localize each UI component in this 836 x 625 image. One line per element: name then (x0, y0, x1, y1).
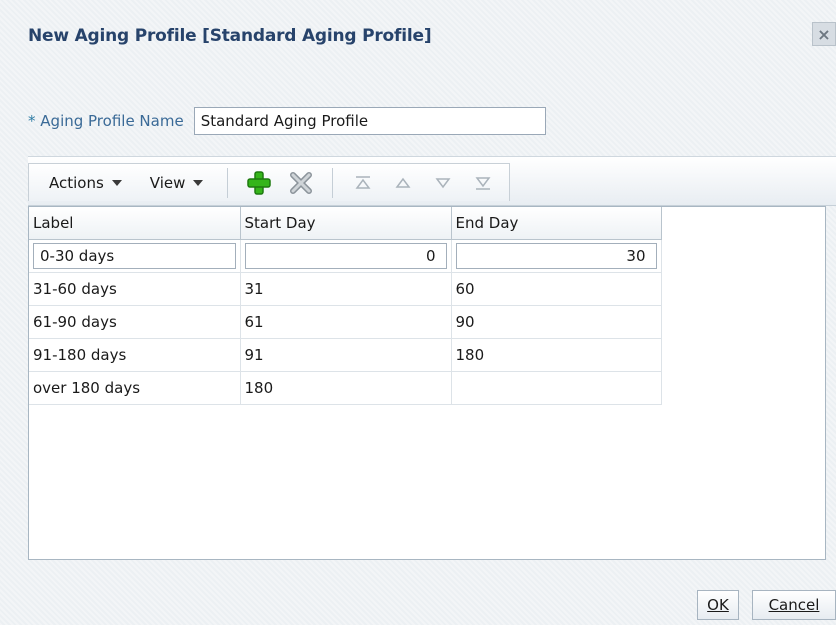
move-bottom-button[interactable] (469, 169, 497, 197)
aging-profile-dialog: New Aging Profile [Standard Aging Profil… (0, 0, 836, 625)
move-down-button[interactable] (429, 169, 457, 197)
add-icon (247, 170, 272, 195)
table-toolbar-shell: Actions View (28, 156, 836, 206)
ok-button[interactable]: OK (697, 590, 739, 620)
label-cell: over 180 days (29, 371, 241, 405)
label-cell: 31-60 days (29, 272, 241, 306)
column-header-start-day[interactable]: Start Day (240, 207, 452, 240)
label-cell (29, 239, 241, 273)
end-day-cell (451, 239, 662, 273)
move-top-button[interactable] (349, 169, 377, 197)
end-day-cell: 60 (451, 272, 662, 306)
aging-buckets-table: Label Start Day End Day 0-30 days 0 30 3… (29, 207, 662, 405)
dialog-button-bar: OK Cancel (0, 580, 836, 625)
delete-row-button[interactable] (286, 168, 316, 198)
end-day-input[interactable] (455, 243, 657, 269)
end-day-cell (451, 371, 662, 405)
move-bottom-icon (475, 176, 491, 190)
aging-profile-name-row: * Aging Profile Name (28, 106, 546, 136)
column-header-label[interactable]: Label (29, 207, 241, 240)
label-cell: 91-180 days (29, 338, 241, 372)
start-day-cell: 180 (240, 371, 452, 405)
chevron-down-icon (111, 179, 122, 186)
table-row[interactable]: 31-60 days 31 60 (29, 272, 662, 306)
start-day-cell: 61 (240, 305, 452, 339)
table-row[interactable]: 61-90 days 61 90 (29, 305, 662, 339)
end-day-cell: 180 (451, 338, 662, 372)
start-day-cell (240, 239, 452, 273)
aging-profile-name-label: * Aging Profile Name (28, 112, 184, 130)
table-row[interactable] (29, 239, 662, 273)
view-menu[interactable]: View (142, 169, 212, 197)
add-row-button[interactable] (244, 168, 274, 198)
move-up-icon (395, 177, 411, 188)
start-day-input[interactable] (244, 243, 447, 269)
label-input[interactable] (33, 243, 236, 269)
cancel-button[interactable]: Cancel (752, 590, 836, 620)
view-menu-label: View (149, 173, 186, 192)
move-top-icon (355, 175, 371, 189)
close-icon: × (817, 24, 831, 44)
table-row[interactable]: 91-180 days 91 180 (29, 338, 662, 372)
actions-menu-label: Actions (49, 173, 104, 192)
toolbar-divider (332, 167, 334, 198)
table-toolbar: Actions View (28, 163, 511, 201)
aging-buckets-table-container: Label Start Day End Day 0-30 days 0 30 3… (28, 206, 826, 560)
start-day-cell: 91 (240, 338, 452, 372)
aging-profile-name-text: Aging Profile Name (40, 112, 184, 130)
column-header-end-day[interactable]: End Day (451, 207, 662, 240)
aging-profile-name-input[interactable] (193, 107, 546, 135)
actions-menu[interactable]: Actions (41, 169, 130, 197)
delete-icon (290, 171, 313, 194)
chevron-down-icon (193, 179, 204, 186)
table-row[interactable]: over 180 days 180 (29, 371, 662, 405)
close-button[interactable]: × (812, 22, 836, 46)
label-cell: 61-90 days (29, 305, 241, 339)
required-marker: * (28, 112, 36, 130)
dialog-title: New Aging Profile [Standard Aging Profil… (28, 26, 432, 46)
start-day-cell: 31 (240, 272, 452, 306)
move-down-icon (435, 177, 451, 188)
end-day-cell: 90 (451, 305, 662, 339)
table-header-row: Label Start Day End Day (29, 207, 662, 240)
move-up-button[interactable] (389, 169, 417, 197)
toolbar-divider (227, 167, 229, 198)
